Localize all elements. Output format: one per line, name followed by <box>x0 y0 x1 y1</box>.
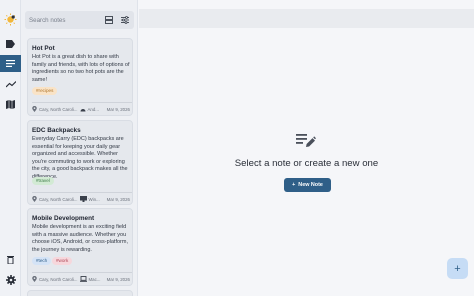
app-logo-icon[interactable] <box>4 13 17 26</box>
new-note-label: New Note <box>298 182 323 188</box>
empty-state-message: Select a note or create a new one <box>234 158 379 169</box>
add-note-fab[interactable]: + <box>447 258 468 279</box>
note-date: Mar 9, 2026 <box>106 106 130 112</box>
note-device: Win... <box>88 196 100 202</box>
note-date: Mar 9, 2026 <box>106 276 130 282</box>
note-card[interactable]: Hot Pot Hot Pot is a great dish to share… <box>27 38 133 116</box>
note-card[interactable] <box>27 290 133 296</box>
note-tag[interactable]: #tech <box>32 257 52 265</box>
nav-tags-icon[interactable] <box>0 35 21 52</box>
notes-panel: Search notes Hot Pot Hot Pot is a great … <box>21 0 138 296</box>
plus-icon: + <box>454 262 461 275</box>
plus-icon: + <box>292 182 296 188</box>
laptop-icon <box>80 276 88 282</box>
note-card[interactable]: Mobile Development Mobile development is… <box>27 208 133 286</box>
editor-toolbar <box>139 9 474 28</box>
android-icon <box>80 108 86 111</box>
note-meta: Cary, North Caroli... Mac... Mar 9, 2026 <box>32 272 132 283</box>
view-toggle-icon[interactable] <box>102 13 116 27</box>
note-tag[interactable]: #work <box>52 257 73 265</box>
nav-rail <box>0 0 21 296</box>
new-note-button[interactable]: + New Note <box>284 178 331 192</box>
note-meta: Cary, North Caroli... Win... Mar 9, 2026 <box>32 192 132 203</box>
note-tag[interactable]: #recipes <box>32 87 58 95</box>
note-card[interactable]: EDC Backpacks Everyday Carry (EDC) backp… <box>27 120 133 205</box>
search-bar[interactable]: Search notes <box>25 11 134 29</box>
note-tag[interactable]: #travel <box>32 177 54 185</box>
note-body: Hot Pot is a great dish to share with fa… <box>32 54 130 83</box>
nav-map-icon[interactable] <box>0 96 21 113</box>
note-location: Cary, North Caroli... <box>39 106 78 112</box>
nav-settings-icon[interactable] <box>0 271 21 288</box>
note-device: Mac... <box>88 276 101 282</box>
note-date: Mar 9, 2026 <box>106 196 130 202</box>
location-pin-icon <box>32 106 37 112</box>
note-meta: Cary, North Caroli... And... Mar 9, 2026 <box>32 102 132 113</box>
note-body: Mobile development is an exciting field … <box>32 224 128 253</box>
note-title: Hot Pot <box>32 45 55 52</box>
note-title: Mobile Development <box>32 215 95 222</box>
desktop-icon <box>80 196 88 202</box>
search-input[interactable]: Search notes <box>29 17 102 24</box>
note-location: Cary, North Caroli... <box>39 196 78 202</box>
nav-notes-icon[interactable] <box>0 55 21 72</box>
nav-trash-icon[interactable] <box>0 251 21 268</box>
filter-icon[interactable] <box>118 13 132 27</box>
location-pin-icon <box>32 196 37 202</box>
edit-note-icon <box>296 131 316 154</box>
location-pin-icon <box>32 276 37 282</box>
note-location: Cary, North Caroli... <box>39 276 78 282</box>
note-device: And... <box>87 106 99 112</box>
nav-analytics-icon[interactable] <box>0 76 21 93</box>
note-body: Everyday Carry (EDC) backpacks are essen… <box>32 136 128 180</box>
note-title: EDC Backpacks <box>32 127 81 134</box>
